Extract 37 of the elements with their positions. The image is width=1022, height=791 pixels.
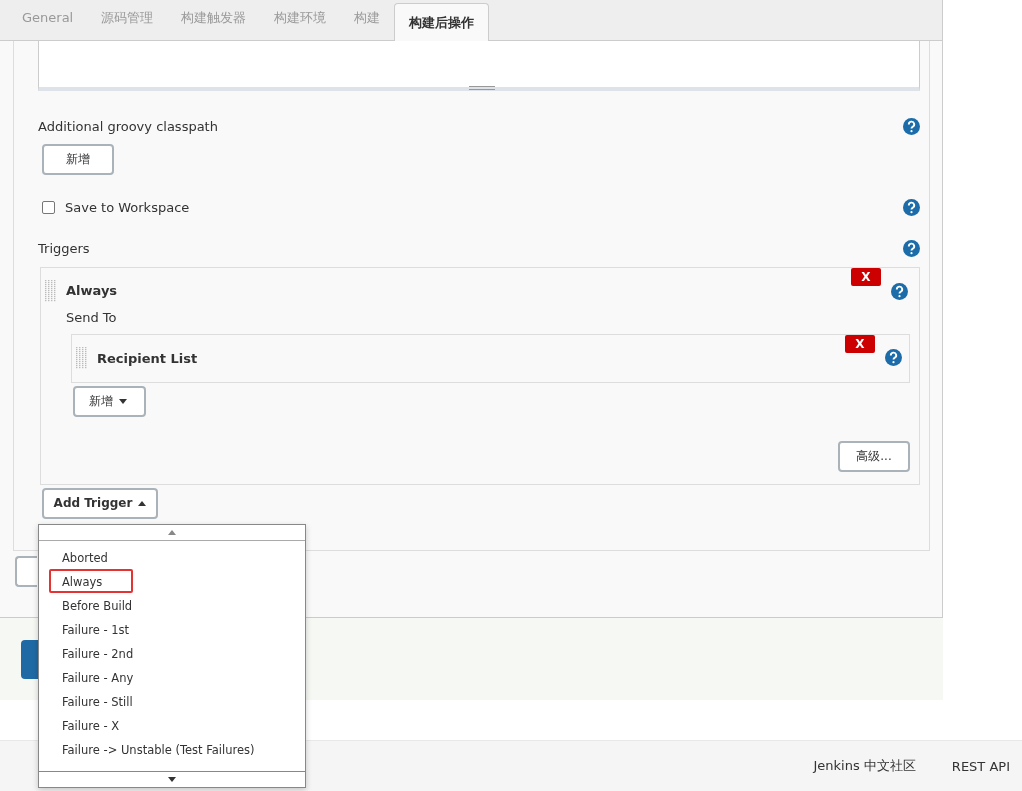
menu-item[interactable]: Failure - Still [39,689,305,713]
drag-handle-icon[interactable] [45,279,57,302]
field-label: Send To [66,309,118,325]
caret-icon [119,398,127,404]
field-label: Additional groovy classpath [38,118,218,134]
help-icon[interactable] [903,117,920,135]
menu-item[interactable]: Failure - 1st [39,617,305,641]
resize-handle-icon[interactable] [469,85,495,90]
delete-button[interactable]: X [845,334,875,353]
footer-link[interactable]: Jenkins 中文社区 [813,757,916,775]
menu-item[interactable]: Failure -> Unstable (Test Failures) [39,737,305,761]
tab[interactable]: 构建后操作 [394,2,490,41]
checkbox-label: Save to Workspace [65,199,190,215]
add-button[interactable]: 新增 [42,143,114,175]
advanced-button[interactable]: 高级... [838,440,910,472]
help-icon[interactable] [891,282,908,300]
menu-item[interactable]: Failure - X [39,713,305,737]
help-icon[interactable] [903,198,920,216]
add-button[interactable]: 新增 [73,385,146,417]
add-trigger-button[interactable]: Add Trigger [42,487,158,519]
menu-item[interactable]: Aborted [39,545,305,569]
scroll-up-icon[interactable] [168,530,176,535]
recipient-title: Recipient List [97,350,198,366]
menu-item[interactable]: Failure - 2nd [39,641,305,665]
caret-icon [138,500,147,506]
delete-button[interactable]: X [851,267,881,286]
drag-handle-icon[interactable] [76,347,88,370]
field-label: Triggers [38,240,90,256]
menu-item[interactable]: Always [39,569,305,593]
trigger-title: Always [66,283,118,299]
checkbox[interactable] [42,200,55,214]
footer-link[interactable]: REST API [951,758,1010,774]
menu-item[interactable]: Before Build [39,593,305,617]
help-icon[interactable] [885,348,902,366]
menu-item[interactable]: Failure - Any [39,665,305,689]
scroll-down-icon[interactable] [168,777,176,782]
help-icon[interactable] [903,239,920,257]
